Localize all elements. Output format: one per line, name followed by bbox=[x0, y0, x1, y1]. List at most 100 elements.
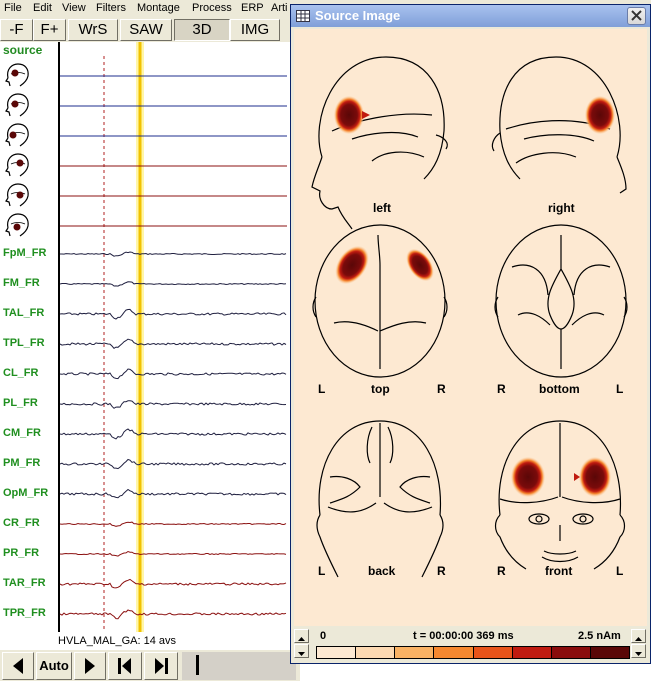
channel-trace bbox=[59, 338, 287, 349]
arrow-down-icon bbox=[298, 652, 305, 656]
arrow-down-icon bbox=[635, 652, 642, 656]
source-blob-top-left bbox=[335, 246, 369, 284]
head-icon bbox=[5, 93, 29, 117]
time-readout: t = 00:00:00 369 ms bbox=[413, 630, 514, 642]
toolbar: -F F+ WrS SAW 3D IMG bbox=[0, 18, 300, 42]
status-text: HVLA_MAL_GA: 14 avs bbox=[58, 635, 177, 647]
menu-filters[interactable]: Filters bbox=[96, 2, 126, 14]
channel-trace bbox=[59, 458, 287, 470]
channel-trace bbox=[59, 400, 287, 409]
channel-trace bbox=[59, 550, 287, 557]
channel-label[interactable]: TAL_FR bbox=[3, 307, 44, 319]
colorbar-area: 0 t = 00:00:00 369 ms 2.5 nAm bbox=[294, 627, 647, 662]
source-head-icon[interactable] bbox=[3, 212, 31, 238]
source-head-icon[interactable] bbox=[3, 62, 31, 88]
view-label-right: right bbox=[548, 201, 575, 215]
step-forward-button[interactable] bbox=[144, 652, 178, 680]
scroll-up-button[interactable] bbox=[294, 629, 309, 643]
menu-edit[interactable]: Edit bbox=[33, 2, 52, 14]
source-blob-front-left bbox=[511, 457, 545, 497]
top-view-side-right: R bbox=[437, 382, 446, 396]
saw-button[interactable]: SAW bbox=[120, 19, 172, 41]
channel-trace bbox=[59, 308, 287, 320]
channel-trace bbox=[59, 521, 287, 527]
prev-icon bbox=[13, 658, 23, 674]
next-icon bbox=[85, 658, 95, 674]
menu-view[interactable]: View bbox=[62, 2, 86, 14]
channel-label[interactable]: PM_FR bbox=[3, 457, 40, 469]
view-label-back: back bbox=[368, 564, 396, 578]
menu-artifact[interactable]: Arti bbox=[271, 2, 288, 14]
view-label-front: front bbox=[545, 564, 573, 578]
view-label-left: left bbox=[373, 201, 391, 215]
bottom-view-side-left: R bbox=[497, 382, 506, 396]
scroll-up-button-right[interactable] bbox=[631, 629, 646, 643]
bottom-view-side-right: L bbox=[616, 382, 624, 396]
channel-trace bbox=[59, 578, 287, 589]
channel-trace bbox=[59, 428, 287, 440]
eeg-trace-area[interactable]: source FpM_FR FM_FR TAL_FR TPL_FR CL_FR PL_FR… bbox=[0, 42, 300, 647]
auto-button[interactable]: Auto bbox=[36, 652, 72, 680]
menu-erp[interactable]: ERP bbox=[241, 2, 264, 14]
channel-label[interactable]: CL_FR bbox=[3, 367, 38, 379]
channel-label[interactable]: TAR_FR bbox=[3, 577, 46, 589]
colorbar-swatch bbox=[589, 646, 630, 659]
channel-label[interactable]: CR_FR bbox=[3, 517, 40, 529]
channel-label[interactable]: FM_FR bbox=[3, 277, 40, 289]
front-view bbox=[494, 420, 626, 570]
scroll-down-button[interactable] bbox=[294, 644, 309, 658]
colorbar-swatch bbox=[550, 646, 591, 659]
source-head-icon[interactable] bbox=[3, 122, 31, 148]
head-icon bbox=[5, 153, 29, 177]
source-blob-right bbox=[585, 96, 615, 134]
back-view bbox=[316, 420, 444, 578]
source-head-icon[interactable] bbox=[3, 152, 31, 178]
close-icon bbox=[631, 10, 642, 21]
colorbar-min-label: 0 bbox=[320, 630, 327, 642]
close-button[interactable] bbox=[627, 7, 646, 25]
top-view bbox=[312, 224, 448, 378]
source-blob-top-right bbox=[406, 248, 434, 282]
channel-label[interactable]: FpM_FR bbox=[3, 247, 46, 259]
next-button[interactable] bbox=[74, 652, 106, 680]
channel-label[interactable]: TPL_FR bbox=[3, 337, 45, 349]
channel-label[interactable]: TPR_FR bbox=[3, 607, 46, 619]
view-label-bottom: bottom bbox=[539, 382, 580, 396]
bottom-view bbox=[494, 224, 628, 378]
3d-button[interactable]: 3D bbox=[174, 19, 230, 41]
window-titlebar[interactable]: Source Image bbox=[291, 5, 650, 27]
window-title: Source Image bbox=[315, 8, 401, 23]
top-view-side-left: L bbox=[318, 382, 326, 396]
colorbar-swatch bbox=[355, 646, 396, 659]
filter-plus-button[interactable]: F+ bbox=[33, 19, 66, 41]
head-icon bbox=[5, 123, 29, 147]
time-slider[interactable] bbox=[182, 652, 296, 680]
menu-file[interactable]: File bbox=[4, 2, 22, 14]
prev-button[interactable] bbox=[2, 652, 34, 680]
view-label-top: top bbox=[371, 382, 390, 396]
menu-montage[interactable]: Montage bbox=[137, 2, 180, 14]
channel-trace bbox=[60, 251, 287, 257]
channel-label[interactable]: PL_FR bbox=[3, 397, 38, 409]
channel-trace bbox=[59, 368, 287, 380]
source-view-panel: left right L top R R bottom L L back R R… bbox=[294, 29, 647, 626]
channel-label[interactable]: OpM_FR bbox=[3, 487, 48, 499]
time-slider-thumb[interactable] bbox=[196, 655, 199, 675]
source-blob-front-right bbox=[579, 457, 611, 497]
back-view-side-right: R bbox=[437, 564, 446, 578]
head-icon bbox=[5, 213, 29, 237]
colorbar-swatch bbox=[433, 646, 474, 659]
img-button[interactable]: IMG bbox=[230, 19, 280, 41]
filter-minus-button[interactable]: -F bbox=[0, 19, 33, 41]
step-back-button[interactable] bbox=[108, 652, 142, 680]
back-view-side-left: L bbox=[318, 564, 326, 578]
channel-label[interactable]: PR_FR bbox=[3, 547, 39, 559]
wrs-button[interactable]: WrS bbox=[68, 19, 118, 41]
scroll-down-button-right[interactable] bbox=[631, 644, 646, 658]
source-head-icon[interactable] bbox=[3, 92, 31, 118]
menu-process[interactable]: Process bbox=[192, 2, 232, 14]
head-icon bbox=[5, 183, 29, 207]
channel-label[interactable]: CM_FR bbox=[3, 427, 41, 439]
colorbar-swatch bbox=[472, 646, 513, 659]
source-head-icon[interactable] bbox=[3, 182, 31, 208]
